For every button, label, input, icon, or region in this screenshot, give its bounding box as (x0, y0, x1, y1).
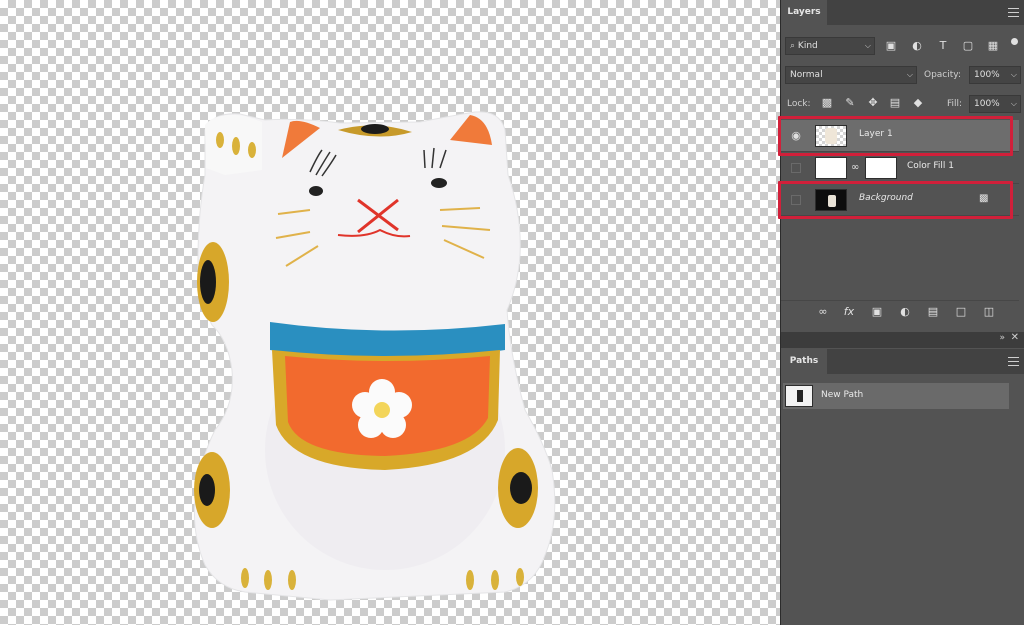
panels-dock: Layers ⌕ Kind ⌵ ▣ ◐ T ▢ ▦ Normal ⌵ Opaci… (778, 0, 1024, 625)
path-thumbnail (785, 385, 813, 407)
layers-footer-toolbar: ∞ fx ▣ ◐ ▤ □ ◫ (781, 300, 1019, 323)
background-thumbnail (815, 189, 847, 211)
opacity-input[interactable]: 100% ⌵ (969, 66, 1021, 84)
chevron-down-icon: ⌵ (1010, 70, 1017, 79)
layer-mask-thumbnail (865, 157, 897, 179)
visibility-toggle[interactable] (791, 163, 801, 173)
layer-filter-select[interactable]: ⌕ Kind ⌵ (785, 37, 875, 55)
layers-tab-bar: Layers (781, 0, 1024, 25)
layer-row-background[interactable]: Background ▩ (781, 184, 1019, 216)
fill-label: Fill: (947, 99, 963, 109)
link-icon[interactable]: ∞ (851, 162, 859, 173)
visibility-toggle[interactable] (791, 195, 801, 205)
pixel-layer-filter-icon[interactable]: ▣ (885, 40, 897, 52)
chevron-down-icon: ⌵ (906, 70, 913, 79)
fill-input[interactable]: 100% ⌵ (969, 95, 1021, 113)
panel-group-header: » ✕ (781, 332, 1024, 348)
layer-1-thumbnail (815, 125, 847, 147)
tab-layers[interactable]: Layers (781, 0, 827, 25)
layer-name-layer-1: Layer 1 (859, 129, 893, 139)
opacity-value: 100% (974, 70, 1000, 80)
lock-label: Lock: (787, 99, 811, 109)
opacity-label: Opacity: (924, 70, 961, 80)
lock-transparent-pixels-icon[interactable]: ▩ (821, 97, 833, 109)
lock-position-icon[interactable]: ✥ (867, 97, 879, 109)
new-group-folder-icon[interactable]: ▤ (927, 306, 939, 318)
layer-row-layer-1[interactable]: ◉ Layer 1 (781, 120, 1019, 152)
filter-kind-label: Kind (797, 41, 818, 51)
eye-icon[interactable]: ◉ (789, 129, 803, 143)
layer-name-color-fill-1: Color Fill 1 (907, 161, 954, 171)
close-icon[interactable]: ✕ (1011, 332, 1019, 343)
blend-mode-select[interactable]: Normal ⌵ (785, 66, 917, 84)
chevron-down-icon: ⌵ (1010, 99, 1017, 108)
lock-all-icon[interactable]: ◆ (912, 97, 924, 109)
paths-panel-menu-icon[interactable] (1008, 357, 1019, 366)
link-layers-icon[interactable]: ∞ (817, 306, 829, 318)
lock-icon: ▩ (979, 193, 989, 204)
smart-object-filter-icon[interactable]: ▦ (987, 40, 999, 52)
document-canvas[interactable] (0, 0, 780, 625)
collapse-icon[interactable]: » (999, 333, 1005, 343)
layer-style-fx-icon[interactable]: fx (843, 306, 855, 318)
lock-image-pixels-icon[interactable]: ✎ (844, 97, 856, 109)
type-layer-filter-icon[interactable]: T (937, 40, 949, 52)
filter-toggle-icon[interactable] (1011, 38, 1018, 45)
paths-tab-bar: Paths (781, 349, 1024, 374)
tab-paths[interactable]: Paths (781, 349, 827, 374)
layer-row-color-fill-1[interactable]: ∞ Color Fill 1 (781, 152, 1019, 184)
layers-panel-menu-icon[interactable] (1008, 8, 1019, 17)
adjustment-layer-filter-icon[interactable]: ◐ (911, 40, 923, 52)
chevron-down-icon: ⌵ (864, 41, 871, 50)
maneki-neko-figurine-image (193, 111, 556, 601)
delete-layer-trash-icon[interactable]: ◫ (983, 306, 995, 318)
new-layer-icon[interactable]: □ (955, 306, 967, 318)
fill-value: 100% (974, 99, 1000, 109)
adjustment-layer-icon[interactable]: ◐ (899, 306, 911, 318)
path-name: New Path (821, 390, 864, 400)
lock-artboard-icon[interactable]: ▤ (889, 97, 901, 109)
search-icon: ⌕ (790, 41, 796, 51)
shape-layer-filter-icon[interactable]: ▢ (962, 40, 974, 52)
add-mask-icon[interactable]: ▣ (871, 306, 883, 318)
blend-mode-value: Normal (790, 70, 823, 80)
color-fill-thumbnail (815, 157, 847, 179)
layer-name-background: Background (859, 193, 913, 203)
path-row-new-path[interactable]: New Path (783, 383, 1009, 409)
